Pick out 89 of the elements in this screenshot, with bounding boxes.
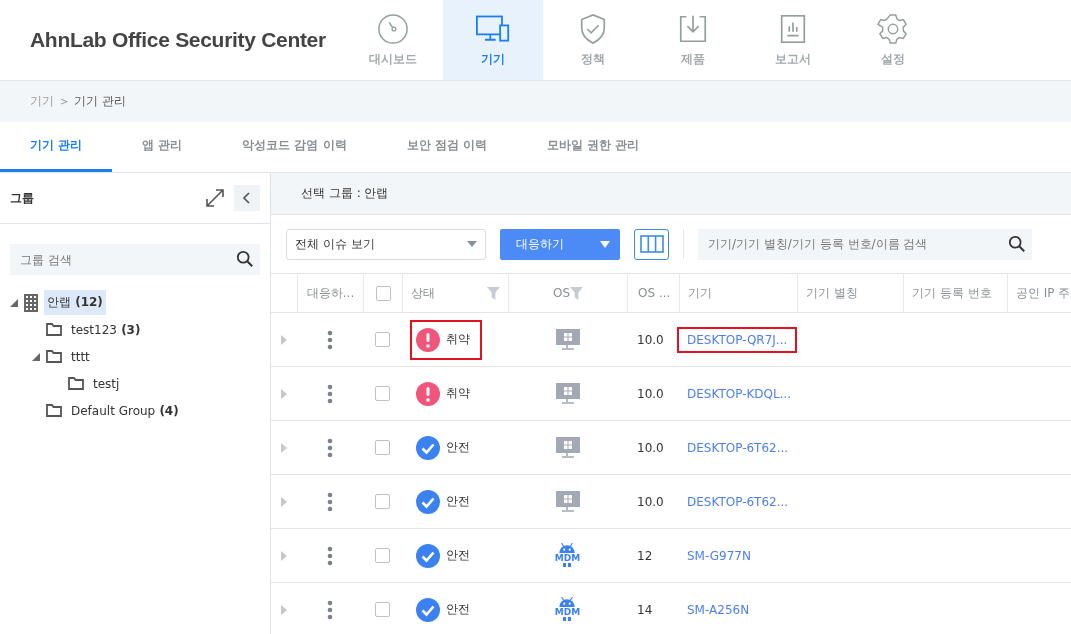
device-search-field[interactable]: 기기/기기 별칭/기기 등록 번호/이름 검색: [698, 228, 1032, 260]
nav-tab[interactable]: 기기: [443, 0, 543, 80]
column-header[interactable]: 상태: [411, 284, 435, 302]
sub-tab[interactable]: 모바일 권한 관리: [516, 122, 670, 172]
column-header[interactable]: 대응하...: [306, 284, 355, 302]
device-link[interactable]: DESKTOP-QR7J...: [677, 326, 798, 353]
os-version-text: 14: [637, 602, 653, 617]
row-expand-icon[interactable]: [281, 442, 287, 453]
settings-icon: [876, 12, 910, 45]
breadcrumb-current: 기기 관리: [74, 93, 127, 110]
status-text: 취약: [446, 385, 470, 402]
device-link[interactable]: DESKTOP-6T62...: [677, 488, 799, 515]
gauge-icon: [376, 12, 410, 45]
app-logo-title: AhnLab Office Security Center: [29, 28, 327, 52]
breadcrumb-separator: >: [60, 96, 69, 107]
columns-button[interactable]: [634, 228, 669, 260]
nav-tab[interactable]: 정책: [543, 0, 643, 80]
column-header[interactable]: 기기: [688, 284, 712, 302]
status-text: 안전: [446, 547, 470, 564]
more-options-icon[interactable]: [327, 545, 333, 566]
search-icon[interactable]: [236, 250, 254, 268]
more-options-icon[interactable]: [327, 437, 333, 458]
sub-tab[interactable]: 보안 점검 이력: [376, 122, 517, 172]
row-expand-icon[interactable]: [281, 496, 287, 507]
select-all-checkbox[interactable]: [375, 285, 391, 301]
folder-icon: [46, 323, 62, 336]
row-expand-icon[interactable]: [281, 550, 287, 561]
sub-tab[interactable]: 앱 관리: [112, 122, 213, 172]
nav-tab[interactable]: 설정: [843, 0, 943, 80]
folder-icon: [46, 350, 62, 363]
sub-tab[interactable]: 악성코드 감염 이력: [212, 122, 377, 172]
tree-item[interactable]: tttt: [68, 345, 93, 368]
expand-caret-icon[interactable]: [10, 298, 18, 307]
row-checkbox[interactable]: [375, 602, 390, 617]
folder-icon: [68, 377, 84, 390]
status-text: 안전: [446, 601, 470, 618]
more-options-icon[interactable]: [327, 599, 333, 620]
nav-tab[interactable]: 대시보드: [343, 0, 443, 80]
status-text: 안전: [446, 493, 470, 510]
folder-icon: [46, 404, 62, 417]
device-link[interactable]: SM-G977N: [677, 542, 761, 569]
column-header[interactable]: OS: [552, 286, 571, 300]
os-version-text: 10.0: [637, 332, 664, 347]
column-header[interactable]: OS ...: [638, 286, 671, 300]
row-checkbox[interactable]: [375, 494, 390, 509]
more-options-icon[interactable]: [327, 491, 333, 512]
filter-icon[interactable]: [570, 286, 584, 300]
tree-item[interactable]: testj: [90, 372, 123, 395]
expand-icon[interactable]: [204, 187, 226, 209]
tree-item[interactable]: Default Group (4): [68, 399, 182, 422]
os-version-text: 10.0: [637, 494, 664, 509]
more-options-icon[interactable]: [327, 383, 333, 404]
status-text: 취약: [446, 331, 470, 348]
tree-item[interactable]: 안랩 (12): [44, 290, 106, 315]
status-text: 안전: [446, 439, 470, 456]
row-expand-icon[interactable]: [281, 334, 287, 345]
column-header[interactable]: 기기 별칭: [806, 284, 858, 302]
nav-tab[interactable]: 보고서: [743, 0, 843, 80]
selected-group-label: 선택 그룹 : 안랩: [301, 185, 389, 202]
column-header[interactable]: 공인 IP 주: [1016, 284, 1071, 302]
row-checkbox[interactable]: [375, 548, 390, 563]
os-version-text: 10.0: [637, 440, 664, 455]
column-header[interactable]: 기기 등록 번호: [912, 284, 992, 302]
row-checkbox[interactable]: [375, 440, 390, 455]
building-icon: [24, 293, 38, 312]
device-link[interactable]: DESKTOP-6T62...: [677, 434, 799, 461]
nav-tab[interactable]: 제품: [643, 0, 743, 80]
row-checkbox[interactable]: [375, 332, 390, 347]
os-version-text: 10.0: [637, 386, 664, 401]
breadcrumb-link[interactable]: 기기: [30, 93, 54, 110]
panel-title: 그룹: [10, 189, 35, 207]
expand-caret-icon[interactable]: [32, 352, 40, 361]
filter-icon[interactable]: [487, 286, 500, 300]
more-options-icon[interactable]: [327, 329, 333, 350]
group-search-field[interactable]: 그룹 검색: [10, 244, 260, 275]
os-version-text: 12: [637, 548, 653, 563]
row-checkbox[interactable]: [375, 386, 390, 401]
device-link[interactable]: SM-A256N: [677, 596, 760, 623]
device-link[interactable]: DESKTOP-KDQL...: [677, 380, 802, 407]
search-icon[interactable]: [1008, 234, 1026, 253]
chevron-left-icon: [243, 192, 251, 204]
columns-icon: [639, 235, 664, 253]
row-expand-icon[interactable]: [281, 604, 287, 615]
collapse-button[interactable]: [234, 185, 260, 211]
row-expand-icon[interactable]: [281, 388, 287, 399]
respond-button[interactable]: 대응하기: [500, 228, 620, 260]
tree-item[interactable]: test123 (3): [68, 318, 144, 341]
sub-tab[interactable]: 기기 관리: [0, 122, 112, 172]
issue-filter-dropdown[interactable]: 전체 이슈 보기: [286, 228, 486, 260]
